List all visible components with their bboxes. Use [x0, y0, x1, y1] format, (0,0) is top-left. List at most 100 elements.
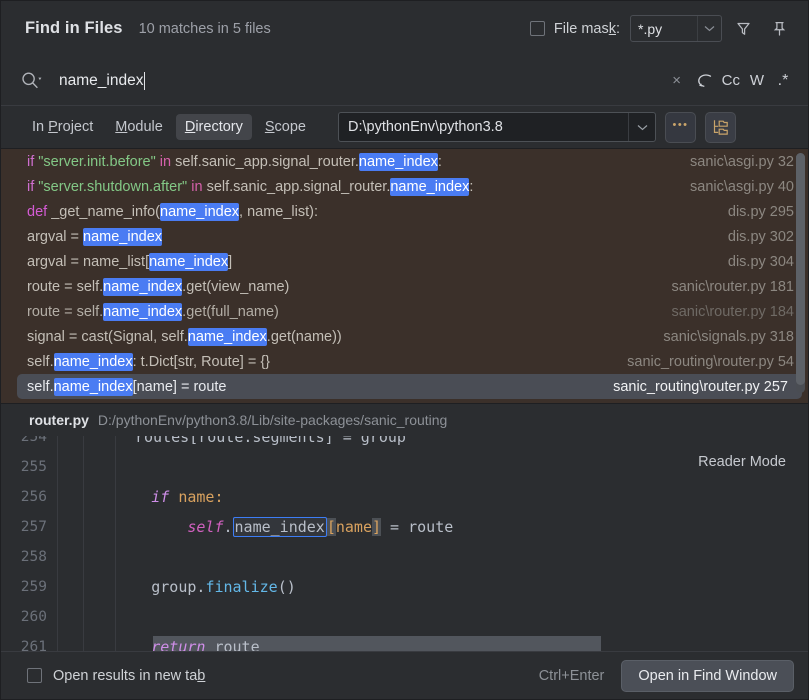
reader-mode-label[interactable]: Reader Mode: [698, 454, 786, 470]
results-scrollbar-thumb[interactable]: [796, 153, 805, 385]
code-token: "server.shutdown.after": [38, 178, 188, 195]
match-highlight: name_index: [160, 202, 240, 221]
search-history-icon[interactable]: [690, 67, 718, 95]
result-row[interactable]: self. name_index [name] = route sanic_routi…: [17, 374, 802, 399]
result-row[interactable]: if "server.shutdown.after" in self.sanic…: [1, 174, 808, 199]
shortcut-hint: Ctrl+Enter: [538, 667, 605, 684]
code-line[interactable]: 255: [1, 452, 808, 482]
result-location: sanic_routing\router.py 54: [627, 353, 794, 370]
line-text: return route: [57, 638, 260, 651]
open-in-find-window-button[interactable]: Open in Find Window: [621, 659, 794, 692]
result-row[interactable]: if "server.init.before" in self.sanic_ap…: [1, 149, 808, 174]
scope-tab-module[interactable]: Module: [106, 114, 172, 140]
preview-file-path: D:/pythonEnv/python3.8/Lib/site-packages…: [97, 412, 448, 428]
code-line[interactable]: 259 group.finalize(): [1, 572, 808, 602]
result-code-snippet: self. name_index [name] = route: [27, 377, 227, 396]
result-row[interactable]: argval = name_list[name_index] dis.py 304: [1, 249, 808, 274]
preview-file-name: router.py: [29, 412, 89, 428]
result-row[interactable]: self. name_index: t.Dict[str, Route] = {}…: [1, 349, 808, 374]
match-summary: 10 matches in 5 files: [138, 20, 271, 37]
code-line[interactable]: 260: [1, 602, 808, 632]
match-highlight: name_index: [53, 377, 133, 396]
result-row[interactable]: signal = cast(Signal, self. name_index .ge…: [1, 324, 808, 349]
result-code-snippet: argval = name_index: [27, 227, 163, 246]
chevron-down-icon[interactable]: [628, 113, 655, 141]
code-token: self: [187, 518, 224, 536]
result-row[interactable]: route = self. name_index .get(view_name) sa…: [1, 274, 808, 299]
scope-tab-scope[interactable]: Scope: [256, 114, 315, 140]
code-token: argval =: [27, 228, 84, 245]
open-results-new-tab-label[interactable]: Open results in new tab: [53, 668, 205, 684]
preview-pane: router.py D:/pythonEnv/python3.8/Lib/sit…: [1, 403, 808, 651]
file-mask-checkbox[interactable]: [529, 21, 545, 36]
browse-directory-button[interactable]: •••: [665, 111, 696, 143]
result-location: dis.py 304: [727, 253, 794, 270]
results-list[interactable]: if "server.init.before" in self.sanic_ap…: [1, 148, 808, 403]
identifier-under-caret: name_index: [232, 517, 327, 537]
result-location: sanic\router.py 184: [671, 303, 794, 320]
directory-value[interactable]: D:\pythonEnv\python3.8: [339, 113, 628, 141]
code-token: self.sanic_app.signal_router.: [175, 153, 359, 170]
line-number: 255: [20, 459, 47, 475]
result-row[interactable]: route = self. name_index .get(full_name) sa…: [1, 299, 808, 324]
code-token: def: [27, 203, 52, 220]
code-token: in: [187, 178, 207, 195]
pin-icon[interactable]: [764, 14, 794, 44]
line-number: 258: [20, 549, 47, 565]
code-line[interactable]: 258: [1, 542, 808, 572]
open-results-new-tab-checkbox[interactable]: [27, 668, 42, 683]
results-scrollbar[interactable]: [796, 153, 805, 393]
result-location: sanic\asgi.py 32: [690, 153, 794, 170]
code-token: group.: [79, 578, 206, 596]
code-token: ]: [228, 253, 233, 270]
code-token: _get_name_info(: [51, 203, 161, 220]
code-line[interactable]: 257 self. name_index [name] = route: [1, 512, 808, 542]
code-line[interactable]: 261 return route: [1, 632, 808, 651]
code-token: "server.init.before": [38, 153, 156, 170]
code-token: name: [335, 518, 372, 536]
module-tree-icon[interactable]: [705, 111, 736, 143]
line-number: 260: [20, 609, 47, 625]
result-row[interactable]: argval = name_index dis.py 302: [1, 224, 808, 249]
regex-toggle[interactable]: .*: [770, 67, 796, 95]
result-location: sanic\asgi.py 40: [690, 178, 794, 195]
file-mask-combobox[interactable]: *.py: [630, 15, 722, 42]
clear-search-icon[interactable]: ×: [664, 67, 690, 95]
search-icon[interactable]: [21, 71, 43, 90]
code-token: .get(view_name): [182, 278, 290, 295]
result-location: dis.py 295: [727, 203, 794, 220]
code-token: route = self.: [27, 278, 104, 295]
line-number: 257: [20, 519, 47, 535]
code-token: self.: [27, 378, 54, 395]
match-highlight: name_index: [53, 352, 133, 371]
match-case-toggle[interactable]: Cc: [718, 67, 744, 95]
scope-tab-directory[interactable]: Directory: [175, 114, 252, 140]
preview-file-header[interactable]: router.py D:/pythonEnv/python3.8/Lib/sit…: [1, 404, 808, 436]
result-code-snippet: route = self. name_index .get(full_name): [27, 302, 279, 321]
code-line[interactable]: 256 if name:: [1, 482, 808, 512]
scope-tab-in-project[interactable]: In Project: [23, 114, 102, 140]
result-code-snippet: self. name_index: t.Dict[str, Route] = {}: [27, 352, 271, 371]
file-mask-value[interactable]: *.py: [631, 16, 697, 41]
line-text: if name:: [57, 488, 223, 506]
match-highlight: name_index: [187, 327, 267, 346]
code-token: [name] = route: [132, 378, 227, 395]
preview-code[interactable]: 254 routes[route.segments] = group 255 25…: [1, 436, 808, 651]
match-highlight: name_index: [390, 177, 470, 196]
search-input[interactable]: name_index: [59, 71, 664, 90]
line-number: 259: [20, 579, 47, 595]
dialog-footer: Open results in new tab Ctrl+Enter Open …: [1, 651, 808, 699]
whole-words-toggle[interactable]: W: [744, 67, 770, 95]
code-token: route: [205, 638, 260, 651]
chevron-down-icon[interactable]: [697, 16, 721, 41]
search-input-value: name_index: [59, 71, 144, 89]
code-token: : t.Dict[str, Route] = {}: [132, 353, 271, 370]
result-code-snippet: if "server.shutdown.after" in self.sanic…: [27, 177, 473, 196]
filter-icon[interactable]: [728, 14, 758, 44]
match-highlight: name_index: [103, 277, 183, 296]
code-token: (): [277, 578, 296, 596]
directory-combobox[interactable]: D:\pythonEnv\python3.8: [338, 112, 656, 142]
result-row[interactable]: def _get_name_info(name_index, name_list…: [1, 199, 808, 224]
